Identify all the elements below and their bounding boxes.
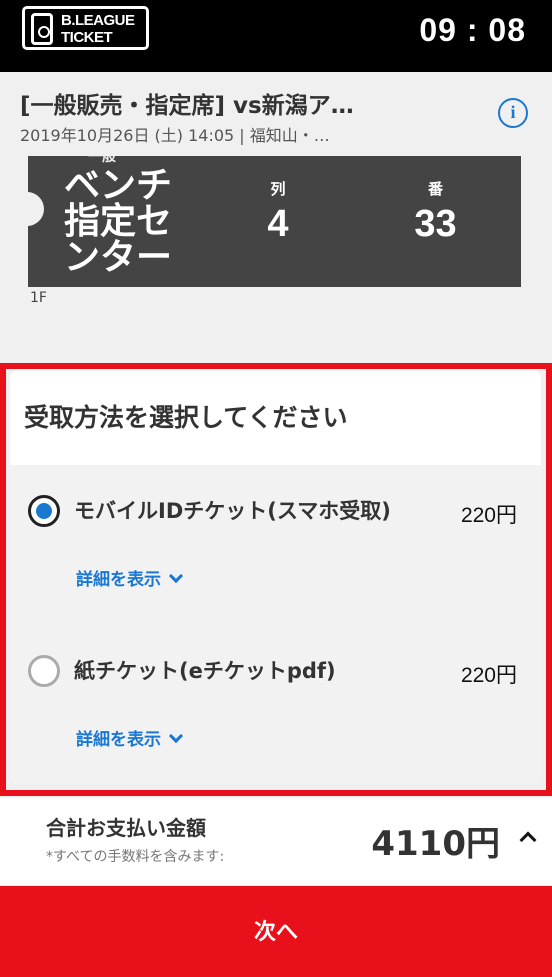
seat-floor: 1F — [30, 290, 47, 306]
method-option-mobile-id[interactable]: モバイルIDチケット(スマホ受取) 220円 詳細を表示 — [10, 485, 541, 625]
bleague-mark-icon — [31, 13, 53, 45]
clock: 09 : 08 — [419, 12, 526, 48]
seat-card: 一般 ベンチ指定センター 列 4 番 33 — [28, 156, 521, 287]
detail-link-label: 詳細を表示 — [76, 730, 161, 750]
bleague-ticket-logo: B.LEAGUE TICKET — [22, 6, 149, 50]
logo-text-line1: B.LEAGUE — [61, 12, 135, 29]
detail-toggle-link[interactable]: 詳細を表示 — [76, 725, 184, 750]
method-option-paper-ticket[interactable]: 紙チケット(eチケットpdf) 220円 詳細を表示 — [10, 645, 541, 784]
total-amount: 4110円 — [371, 824, 500, 864]
method-option-label: モバイルIDチケット(スマホ受取) — [74, 499, 391, 523]
delivery-method-panel: 受取方法を選択してください モバイルIDチケット(スマホ受取) 220円 詳細を… — [10, 370, 541, 784]
seat-name: ベンチ指定センター — [64, 165, 173, 278]
detail-link-label: 詳細を表示 — [76, 570, 161, 590]
info-icon[interactable]: i — [498, 98, 528, 128]
seat-number: 番 33 — [403, 178, 468, 246]
event-title: [一般販売・指定席] vs新潟ア… — [20, 93, 354, 119]
detail-toggle-link[interactable]: 詳細を表示 — [76, 565, 184, 590]
method-option-price: 220円 — [460, 504, 517, 527]
total-label: 合計お支払い金額 — [46, 816, 206, 840]
next-button[interactable]: 次へ — [0, 886, 552, 977]
method-option-label: 紙チケット(eチケットpdf) — [74, 659, 336, 683]
radio-mobile-id[interactable] — [28, 495, 60, 527]
seat-row: 列 4 — [258, 178, 298, 246]
delivery-method-list: モバイルIDチケット(スマホ受取) 220円 詳細を表示 紙チケット(eチケット… — [10, 465, 541, 784]
method-option-price: 220円 — [460, 664, 517, 687]
top-bar: B.LEAGUE TICKET 09 : 08 — [0, 0, 552, 72]
chevron-down-icon — [168, 728, 184, 744]
total-note: *すべての手数料を含みます: — [46, 849, 225, 865]
logo-text-line2: TICKET — [61, 29, 113, 46]
ticket-notch — [28, 192, 44, 226]
chevron-up-icon[interactable] — [519, 831, 537, 849]
seat-row-value: 4 — [267, 203, 289, 245]
seat-number-label: 番 — [427, 180, 443, 198]
total-summary[interactable]: 合計お支払い金額 *すべての手数料を含みます: 4110円 — [0, 798, 552, 885]
seat-row-label: 列 — [270, 180, 286, 198]
radio-paper-ticket[interactable] — [28, 655, 60, 687]
seat-number-value: 33 — [414, 203, 457, 245]
event-meta: 2019年10月26日 (土) 14:05 | 福知山・… — [20, 126, 330, 145]
event-header: [一般販売・指定席] vs新潟ア… 2019年10月26日 (土) 14:05 … — [0, 72, 552, 156]
chevron-down-icon — [168, 568, 184, 584]
panel-title: 受取方法を選択してください — [24, 403, 348, 432]
